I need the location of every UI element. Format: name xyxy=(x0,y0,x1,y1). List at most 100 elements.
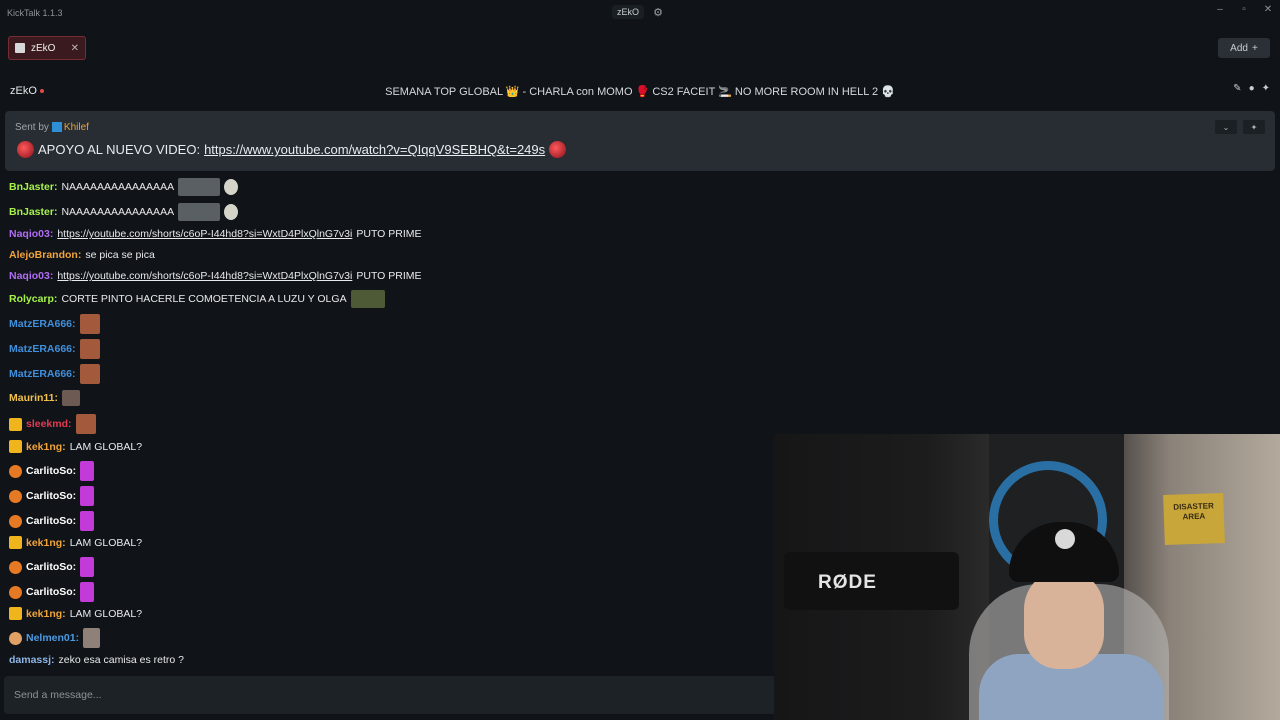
chat-message: kek1ng: LAM GLOBAL? xyxy=(9,536,142,549)
poster-text: DISASTER AREA xyxy=(1173,501,1214,521)
chat-username[interactable]: CarlitoSo: xyxy=(26,465,76,477)
chat-link[interactable]: https://youtube.com/shorts/c6oP-I44hd8?s… xyxy=(57,228,352,240)
chat-message: Naqio03: https://youtube.com/shorts/c6oP… xyxy=(9,228,422,240)
poster: DISASTER AREA xyxy=(1163,492,1225,546)
emote-icon xyxy=(350,290,385,308)
chat-username[interactable]: kek1ng: xyxy=(26,441,66,453)
red-gem-emote-icon xyxy=(549,141,567,158)
close-icon[interactable]: ✕ xyxy=(1262,4,1274,15)
chat-link[interactable]: https://youtube.com/shorts/c6oP-I44hd8?s… xyxy=(57,270,352,282)
chat-username[interactable]: CarlitoSo: xyxy=(26,586,76,598)
emote-icon xyxy=(62,390,81,406)
chat-username[interactable]: Naqio03: xyxy=(9,270,53,282)
chat-username[interactable]: MatzERA666: xyxy=(9,368,76,380)
pinned-prefix: APOYO AL NUEVO VIDEO: xyxy=(38,142,201,157)
chat-username[interactable]: BnJaster: xyxy=(9,206,57,218)
chat-message: Naqio03: https://youtube.com/shorts/c6oP… xyxy=(9,270,422,282)
tab-label: zEkO xyxy=(31,42,56,54)
chat-message: CarlitoSo: xyxy=(9,557,95,577)
chat-message: CarlitoSo: xyxy=(9,461,95,481)
cap-logo-icon xyxy=(1055,529,1075,549)
face-emote-icon xyxy=(79,314,100,334)
red-gem-emote-icon xyxy=(17,141,34,158)
face-badge-icon xyxy=(9,631,22,645)
crown-badge-icon xyxy=(9,536,22,549)
chat-message: CarlitoSo: xyxy=(9,486,95,506)
fire-badge-icon xyxy=(9,560,22,574)
plus-icon: + xyxy=(1251,42,1258,54)
user-icon[interactable]: ● xyxy=(1249,83,1255,94)
chat-text: PUTO PRIME xyxy=(356,228,422,240)
pencil-icon[interactable]: ✎ xyxy=(1233,83,1241,94)
pin-icon[interactable]: ✦ xyxy=(1262,83,1270,94)
emote-icon xyxy=(178,178,221,196)
message-composer xyxy=(4,676,776,714)
chat-username[interactable]: CarlitoSo: xyxy=(26,515,76,527)
face-emote-icon xyxy=(79,364,100,384)
chat-text: CORTE PINTO HACERLE COMOETENCIA A LUZU Y… xyxy=(61,293,347,305)
pinned-controls: ⌄ ✦ xyxy=(1215,120,1265,134)
chat-username[interactable]: Maurin11: xyxy=(9,392,58,404)
chevron-down-icon[interactable]: ⌄ xyxy=(1215,120,1237,134)
gear-icon[interactable]: ⚙ xyxy=(650,4,666,20)
header-actions: ✎ ● ✦ xyxy=(1233,83,1270,94)
unpin-icon[interactable]: ✦ xyxy=(1243,120,1265,134)
chat-username[interactable]: Rolycarp: xyxy=(9,293,57,305)
emote-icon xyxy=(178,203,221,221)
chat-text: se pica se pica xyxy=(85,249,155,261)
title-center: zEkO ⚙ xyxy=(612,4,666,20)
fire-badge-icon xyxy=(9,514,22,528)
chat-message: MatzERA666: xyxy=(9,364,100,384)
chat-message: BnJaster: NAAAAAAAAAAAAAAA xyxy=(9,178,239,196)
chat-username[interactable]: sleekmd: xyxy=(26,418,72,430)
chat-message: AlejoBrandon: se pica se pica xyxy=(9,249,155,261)
tab-bar: zEkO ✕ Add + xyxy=(0,34,1280,64)
chat-message: Rolycarp: CORTE PINTO HACERLE COMOETENCI… xyxy=(9,290,385,308)
message-input[interactable] xyxy=(4,676,776,714)
skull-emote-icon xyxy=(224,179,239,195)
maximize-icon[interactable]: ▫ xyxy=(1238,4,1250,15)
feather-emote-icon xyxy=(80,461,95,481)
feather-emote-icon xyxy=(80,557,95,577)
minimize-icon[interactable]: – xyxy=(1214,4,1226,15)
crown-badge-icon xyxy=(9,417,22,431)
chat-message: CarlitoSo: xyxy=(9,582,95,602)
chat-username[interactable]: kek1ng: xyxy=(26,537,66,549)
tab-zeko[interactable]: zEkO ✕ xyxy=(8,36,86,60)
face-emote-icon xyxy=(79,339,100,359)
chat-username[interactable]: MatzERA666: xyxy=(9,318,76,330)
close-tab-icon[interactable]: ✕ xyxy=(71,43,79,54)
chat-username[interactable]: damassj: xyxy=(9,654,55,666)
add-channel-button[interactable]: Add + xyxy=(1218,38,1270,58)
pinned-text: APOYO AL NUEVO VIDEO: https://www.youtub… xyxy=(17,141,567,158)
chat-username[interactable]: Nelmen01: xyxy=(26,632,79,644)
face-emote-icon xyxy=(75,414,96,434)
chat-text: NAAAAAAAAAAAAAAA xyxy=(61,181,175,193)
chat-message: MatzERA666: xyxy=(9,314,100,334)
chat-message: kek1ng: LAM GLOBAL? xyxy=(9,607,142,620)
chat-text: LAM GLOBAL? xyxy=(69,607,143,620)
chat-message: CarlitoSo: xyxy=(9,511,95,531)
chat-username[interactable]: CarlitoSo: xyxy=(26,490,76,502)
chat-username[interactable]: AlejoBrandon: xyxy=(9,249,81,261)
chat-username[interactable]: CarlitoSo: xyxy=(26,561,76,573)
stream-title: SEMANA TOP GLOBAL 👑 - CHARLA con MOMO 🥊 … xyxy=(385,86,895,98)
kick-badge-icon xyxy=(51,122,62,133)
chat-message: Nelmen01: xyxy=(9,628,101,648)
chat-username[interactable]: Naqio03: xyxy=(9,228,53,240)
mic-brand: RØDE xyxy=(818,572,877,593)
pinned-link[interactable]: https://www.youtube.com/watch?v=QIqqV9SE… xyxy=(204,142,545,157)
chat-username[interactable]: BnJaster: xyxy=(9,181,57,193)
sent-by-label: Sent by xyxy=(15,122,49,133)
emote-icon xyxy=(83,628,101,648)
crown-badge-icon xyxy=(9,440,22,453)
chat-text: PUTO PRIME xyxy=(356,270,422,282)
pinned-sender-name[interactable]: Khilef xyxy=(64,122,89,133)
active-channel-chip[interactable]: zEkO xyxy=(612,5,645,19)
chat-text: LAM GLOBAL? xyxy=(69,536,143,549)
chat-message: kek1ng: LAM GLOBAL? xyxy=(9,440,142,453)
feather-emote-icon xyxy=(80,511,95,531)
app-title: KickTalk 1.1.3 xyxy=(7,8,63,18)
chat-username[interactable]: MatzERA666: xyxy=(9,343,76,355)
chat-username[interactable]: kek1ng: xyxy=(26,608,66,620)
